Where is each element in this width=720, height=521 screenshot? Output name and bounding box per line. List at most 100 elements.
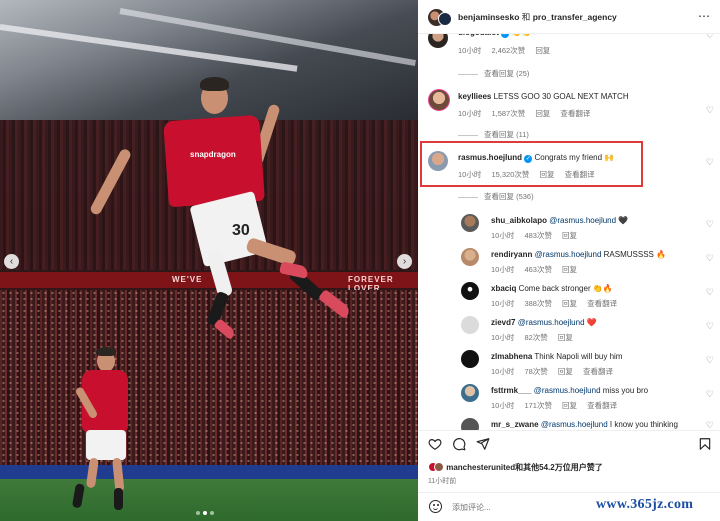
like-comment-icon[interactable]: ♡ xyxy=(706,105,714,116)
comment-text: zievd7 @rasmus.hoejlund ❤️ xyxy=(491,318,597,327)
comment-time: 10小时 xyxy=(458,46,482,55)
comment-username[interactable]: zievd7 xyxy=(491,318,515,327)
comment-username[interactable]: xbaciq xyxy=(491,284,516,293)
comment-emoji: 🖤 xyxy=(618,216,629,225)
avatar[interactable] xyxy=(461,282,479,300)
comment-time: 10小时 xyxy=(491,231,515,240)
view-replies-label: 查看回复 (11) xyxy=(484,130,529,139)
comment-body: I know you thinking xyxy=(609,420,678,429)
comment-likes[interactable]: 463次赞 xyxy=(524,265,552,274)
comment-text: rendiryann @rasmus.hoejlund RASMUSSSS 🔥 xyxy=(491,250,666,259)
translate-button[interactable]: 查看翻译 xyxy=(583,367,613,376)
comment-list[interactable]: diogodalot ✓ 👏👏❤ 10小时 2,462次赞 回复 ♡ 查看回复 … xyxy=(418,34,720,430)
comment-text: xbaciq Come back stronger 👏🔥 xyxy=(491,284,613,293)
comment-likes[interactable]: 388次赞 xyxy=(524,299,552,308)
comment-likes[interactable]: 483次赞 xyxy=(524,231,552,240)
like-comment-icon[interactable]: ♡ xyxy=(706,355,714,366)
comment-username[interactable]: rendiryann xyxy=(491,250,532,259)
comment-text: diogodalot ✓ 👏👏❤ xyxy=(458,34,538,38)
likes-summary[interactable]: manchesterunited和其他54.2万位用户赞了 xyxy=(428,462,603,473)
author-link[interactable]: pro_transfer_agency xyxy=(533,12,617,22)
comment-username[interactable]: mr_s_zwane xyxy=(491,420,539,429)
comment-emoji: 👏👏❤ xyxy=(511,34,538,37)
post-header: benjaminsesko 和 pro_transfer_agency ⋯ xyxy=(418,0,720,34)
avatar[interactable] xyxy=(428,34,448,48)
avatar[interactable] xyxy=(461,384,479,402)
reply-button[interactable]: 回复 xyxy=(562,231,577,240)
translate-button[interactable]: 查看翻译 xyxy=(587,401,617,410)
comment-body: LETSS GOO 30 GOAL NEXT MATCH xyxy=(493,92,629,101)
pitch-side-board xyxy=(0,465,418,479)
reply-button[interactable]: 回复 xyxy=(558,333,573,342)
translate-button[interactable]: 查看翻译 xyxy=(560,109,590,118)
next-photo-button[interactable]: › xyxy=(397,254,412,269)
avatar[interactable] xyxy=(428,89,450,111)
comment-likes[interactable]: 2,462次赞 xyxy=(491,46,525,55)
reply-button[interactable]: 回复 xyxy=(535,46,550,55)
reply-button[interactable]: 回复 xyxy=(562,265,577,274)
avatar[interactable] xyxy=(461,350,479,368)
comment-meta: 10小时 483次赞 回复 xyxy=(491,230,585,241)
comment-meta: 10小时 171次赞 回复 查看翻译 xyxy=(491,400,625,411)
reply-button[interactable]: 回复 xyxy=(562,401,577,410)
player-hair xyxy=(200,77,229,91)
post-photo: WE'VE FOREVER LOVER snapdragon 30 ‹ › xyxy=(0,0,418,521)
comment-username[interactable]: zlmabhena xyxy=(491,352,532,361)
view-replies-button[interactable]: 查看回复 (536) xyxy=(458,191,534,202)
mention-link[interactable]: @rasmus.hoejlund xyxy=(534,386,601,395)
comments-panel: benjaminsesko 和 pro_transfer_agency ⋯ di… xyxy=(418,0,720,521)
like-comment-icon[interactable]: ♡ xyxy=(706,219,714,230)
avatar[interactable] xyxy=(461,214,479,232)
smiley-icon[interactable] xyxy=(429,500,442,513)
mention-link[interactable]: @rasmus.hoejlund xyxy=(541,420,608,429)
liked-by-user[interactable]: manchesterunited xyxy=(446,463,515,472)
comment-meta: 10小时 78次赞 回复 查看翻译 xyxy=(491,366,621,377)
comment-username[interactable]: diogodalot xyxy=(458,34,499,37)
carousel-dot-active xyxy=(203,511,207,515)
translate-button[interactable]: 查看翻译 xyxy=(587,299,617,308)
comment-likes[interactable]: 78次赞 xyxy=(524,367,547,376)
comment-username[interactable]: keylliees xyxy=(458,92,491,101)
liked-count[interactable]: 和其他54.2万位用户赞了 xyxy=(515,463,603,472)
like-comment-icon[interactable]: ♡ xyxy=(706,287,714,298)
comment-time: 10小时 xyxy=(491,401,515,410)
mention-link[interactable]: @rasmus.hoejlund xyxy=(549,216,616,225)
comment-username[interactable]: fsttrmk___ xyxy=(491,386,531,395)
view-replies-button[interactable]: 查看回复 (11) xyxy=(458,129,529,140)
view-replies-button[interactable]: 查看回复 (25) xyxy=(458,68,529,79)
author-link[interactable]: benjaminsesko xyxy=(458,12,519,22)
avatar[interactable] xyxy=(461,248,479,266)
heart-icon[interactable] xyxy=(428,437,442,451)
like-comment-icon[interactable]: ♡ xyxy=(706,253,714,264)
comment-username[interactable]: shu_aibkolapo xyxy=(491,216,547,225)
comment-emoji: 🔥 xyxy=(656,250,667,259)
view-replies-label: 查看回复 (536) xyxy=(484,192,534,201)
mention-link[interactable]: @rasmus.hoejlund xyxy=(518,318,585,327)
reply-button[interactable]: 回复 xyxy=(562,299,577,308)
like-comment-icon[interactable]: ♡ xyxy=(706,34,714,41)
comment-icon[interactable] xyxy=(452,437,466,451)
like-comment-icon[interactable]: ♡ xyxy=(706,321,714,332)
site-watermark: www.365jz.com xyxy=(596,497,694,512)
comment-body: Think Napoli will buy him xyxy=(534,352,623,361)
bookmark-icon[interactable] xyxy=(698,437,712,451)
like-comment-icon[interactable]: ♡ xyxy=(706,389,714,400)
default-avatar-icon[interactable] xyxy=(461,316,479,334)
reply-button[interactable]: 回复 xyxy=(535,109,550,118)
comment-likes[interactable]: 82次赞 xyxy=(524,333,547,342)
avatar[interactable] xyxy=(438,12,452,26)
carousel-dot xyxy=(196,511,200,515)
comment-emoji: ❤️ xyxy=(586,318,597,327)
comment-text: zlmabhena Think Napoli will buy him xyxy=(491,352,622,361)
like-comment-icon[interactable]: ♡ xyxy=(706,420,714,430)
more-horizontal-icon[interactable]: ⋯ xyxy=(698,9,710,23)
author-joiner: 和 xyxy=(521,12,531,22)
comment-likes[interactable]: 171次赞 xyxy=(524,401,552,410)
like-comment-icon[interactable]: ♡ xyxy=(706,157,714,168)
send-icon[interactable] xyxy=(476,437,490,451)
comment-likes[interactable]: 1,587次赞 xyxy=(491,109,525,118)
reply-button[interactable]: 回复 xyxy=(558,367,573,376)
avatar[interactable] xyxy=(461,418,479,430)
mention-link[interactable]: @rasmus.hoejlund xyxy=(535,250,602,259)
prev-photo-button[interactable]: ‹ xyxy=(4,254,19,269)
